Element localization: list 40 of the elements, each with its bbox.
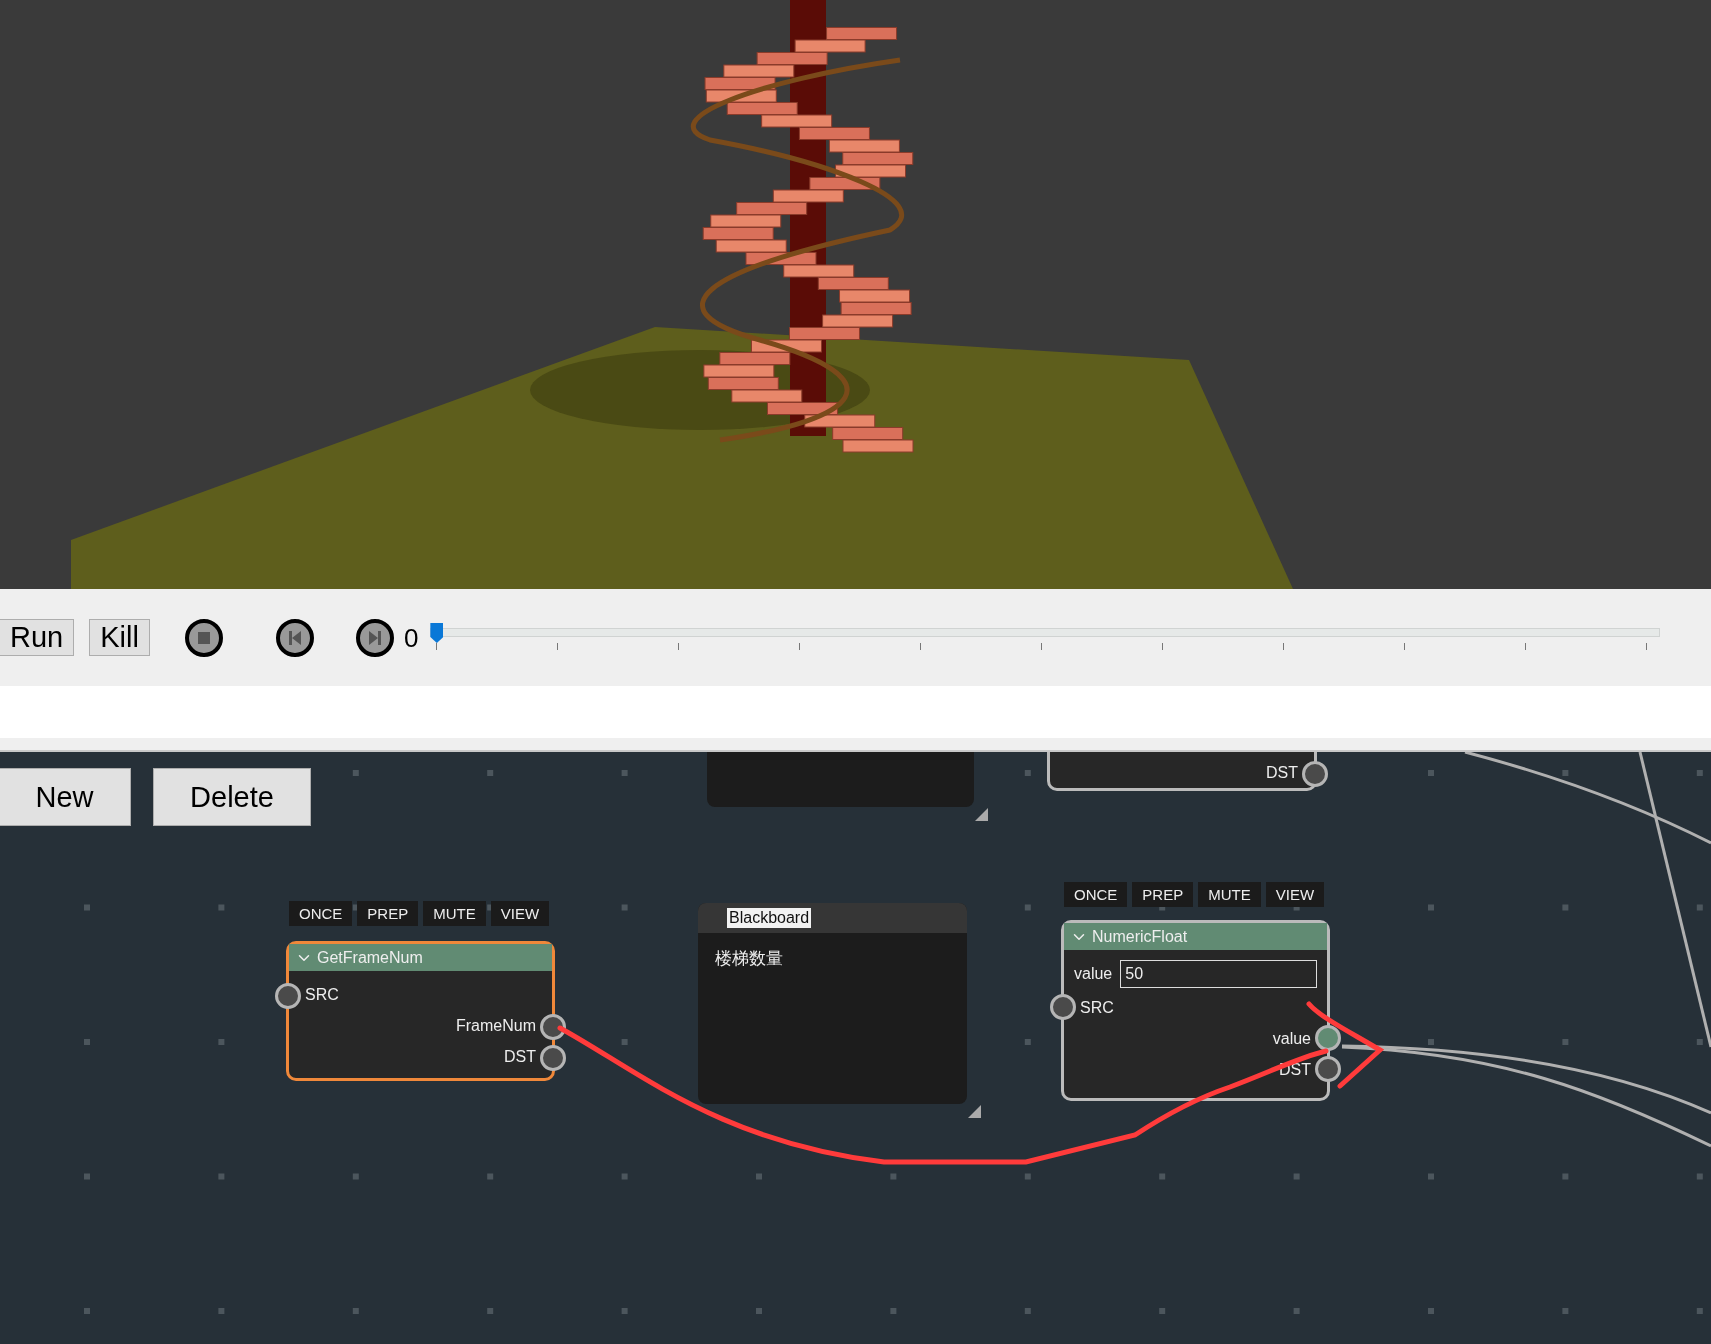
editor-button[interactable]: New — [0, 768, 131, 826]
port-label: FrameNum — [456, 1016, 536, 1035]
flag-button[interactable]: MUTE — [1198, 882, 1261, 907]
stop-button[interactable] — [184, 619, 223, 657]
port-icon[interactable] — [540, 1045, 566, 1071]
value-field[interactable]: 50 — [1120, 960, 1317, 988]
flag-button[interactable]: PREP — [1132, 882, 1194, 907]
node-panel[interactable]: DST — [1047, 752, 1317, 791]
blackboard-text: 楼梯数量 — [714, 947, 784, 970]
step-forward-icon — [368, 631, 381, 645]
stop-icon — [197, 632, 210, 644]
port-icon[interactable] — [275, 983, 301, 1009]
port-icon[interactable] — [1050, 994, 1076, 1020]
flag-button[interactable]: MUTE — [423, 901, 486, 926]
node-title: GetFrameNum — [317, 948, 423, 967]
step-back-icon — [288, 631, 301, 645]
flag-button[interactable]: PREP — [357, 901, 419, 926]
editor-button[interactable]: Delete — [153, 768, 311, 826]
timeline-slider[interactable] — [430, 623, 1661, 653]
toolbar-button[interactable]: Kill — [89, 619, 150, 656]
field-label: value — [1074, 965, 1113, 983]
flag-button[interactable]: VIEW — [1265, 882, 1325, 907]
port-label: SRC — [1080, 998, 1114, 1017]
port-icon[interactable] — [1315, 1056, 1341, 1082]
port-icon[interactable] — [1302, 761, 1328, 787]
toolbar-button[interactable]: Run — [0, 619, 75, 656]
step-back-button[interactable] — [275, 619, 314, 657]
port-label: DST — [1266, 763, 1298, 782]
flag-button[interactable]: VIEW — [490, 901, 550, 926]
flag-button[interactable]: ONCE — [289, 901, 353, 926]
port-label: value — [1272, 1029, 1311, 1048]
node-title: NumericFloat — [1092, 927, 1188, 946]
port-label: DST — [504, 1047, 536, 1066]
frame-number: 0 — [403, 623, 419, 654]
step-forward-button[interactable] — [355, 619, 394, 657]
port-label: SRC — [305, 985, 339, 1004]
slider-thumb[interactable] — [430, 623, 444, 643]
flag-button[interactable]: ONCE — [1064, 882, 1128, 907]
blackboard-title[interactable]: Blackboard — [727, 908, 812, 928]
node-panel[interactable]: GetFrameNum SRC FrameNum DST — [286, 941, 555, 1081]
